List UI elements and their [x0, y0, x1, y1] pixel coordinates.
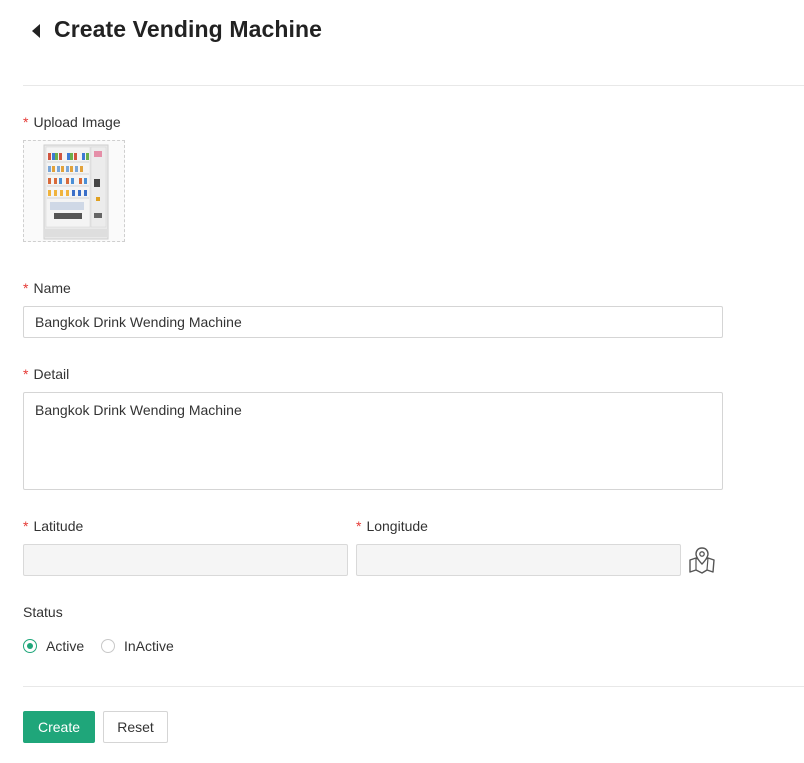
- status-radio-active[interactable]: Active: [23, 638, 84, 654]
- header-divider: [23, 85, 804, 86]
- required-mark: *: [356, 518, 362, 534]
- required-mark: *: [23, 280, 29, 296]
- detail-textarea[interactable]: Bangkok Drink Wending Machine: [23, 392, 723, 490]
- map-pin-icon[interactable]: [687, 546, 717, 574]
- upload-image-box[interactable]: [23, 140, 125, 242]
- latitude-input[interactable]: [23, 544, 348, 576]
- caret-left-icon[interactable]: [29, 23, 43, 39]
- required-mark: *: [23, 114, 29, 130]
- latitude-label: * Latitude: [23, 518, 84, 534]
- radio-label: Active: [46, 638, 85, 654]
- required-mark: *: [23, 518, 29, 534]
- page-header: Create Vending Machine: [0, 0, 804, 86]
- detail-label: * Detail: [23, 366, 70, 382]
- upload-image-label: * Upload Image: [23, 114, 121, 130]
- name-label: * Name: [23, 280, 71, 296]
- radio-checked-icon[interactable]: [23, 639, 37, 653]
- page-title: Create Vending Machine: [54, 16, 323, 42]
- longitude-label: * Longitude: [356, 518, 428, 534]
- longitude-input[interactable]: [356, 544, 681, 576]
- status-radio-inactive[interactable]: InActive: [101, 638, 174, 654]
- status-label: Status: [23, 604, 63, 620]
- vending-machine-image: [43, 144, 109, 240]
- create-button[interactable]: Create: [23, 711, 95, 743]
- radio-label: InActive: [124, 638, 174, 654]
- name-input[interactable]: [23, 306, 723, 338]
- radio-unchecked-icon[interactable]: [101, 639, 115, 653]
- required-mark: *: [23, 366, 29, 382]
- footer-divider: [23, 686, 804, 687]
- reset-button[interactable]: Reset: [103, 711, 168, 743]
